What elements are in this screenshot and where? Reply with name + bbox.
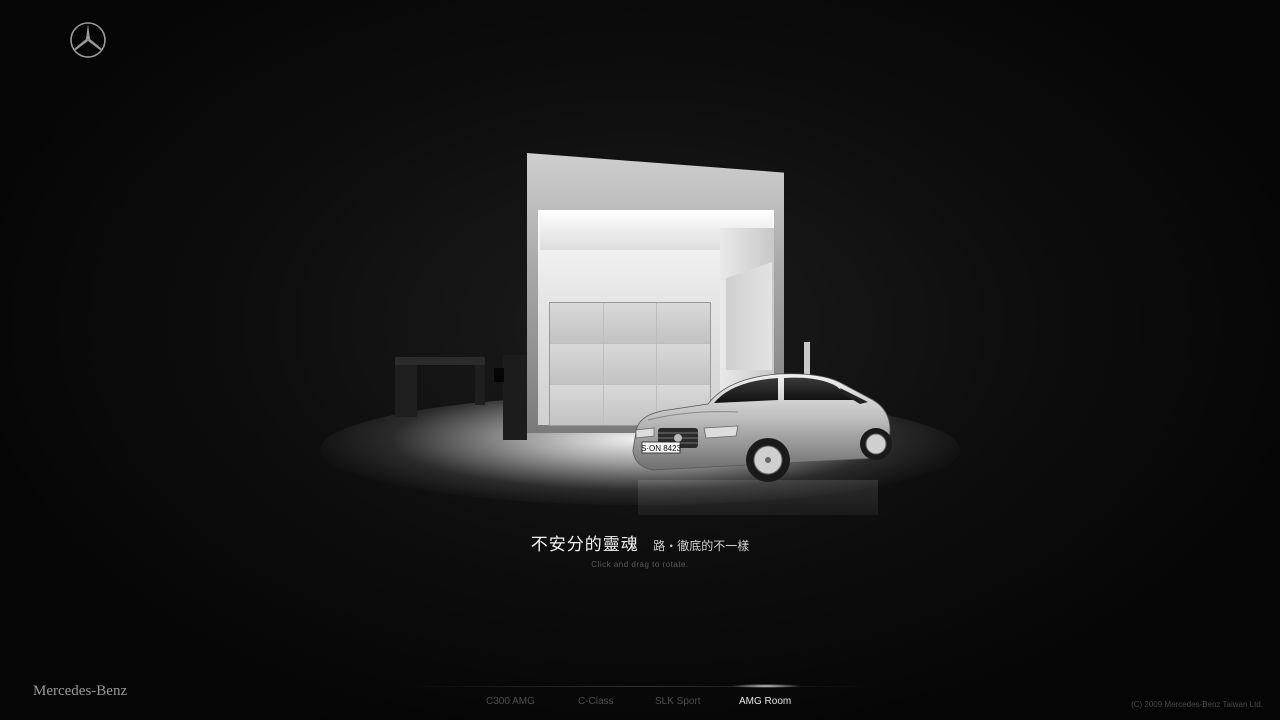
showroom-stage[interactable]: S·ON 8423: [0, 0, 1280, 720]
nav-item-amg-room[interactable]: AMG Room: [739, 696, 791, 707]
brand-wordmark[interactable]: Mercedes-Benz: [33, 683, 127, 700]
nav-item-slk-sport[interactable]: SLK Sport: [655, 696, 701, 707]
active-nav-glow: [730, 684, 802, 688]
nav-item-c-class[interactable]: C-Class: [578, 696, 614, 707]
headline-main: 不安分的靈魂: [530, 535, 639, 554]
copyright: (C) 2009 Mercedes-Benz Taiwan Ltd.: [1131, 700, 1263, 709]
headline: 不安分的靈魂 路・徹底的不一樣: [0, 530, 1280, 555]
wall-sign: [494, 368, 504, 382]
bench: [395, 357, 485, 417]
nav-divider: [400, 686, 880, 687]
car-model[interactable]: S·ON 8423: [628, 370, 893, 520]
license-plate: S·ON 8423: [641, 444, 682, 453]
room-side-panel: [726, 262, 772, 370]
nav-item-c300-amg[interactable]: C300 AMG: [486, 696, 535, 707]
headline-tagline: 路・徹底的不一樣: [653, 539, 750, 553]
rotate-hint: Click and drag to rotate.: [591, 560, 689, 569]
room-pillar: [503, 355, 527, 440]
